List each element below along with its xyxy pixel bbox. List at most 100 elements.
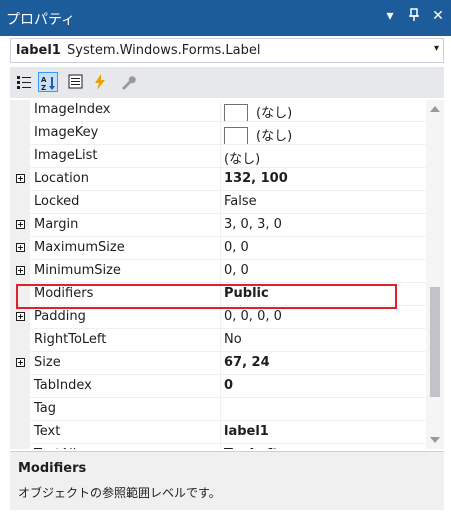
property-row-margin[interactable]: Margin 3, 0, 3, 0 (10, 214, 426, 237)
image-preview-swatch (224, 126, 248, 145)
row-gutter (10, 375, 30, 398)
column-separator[interactable] (220, 375, 221, 398)
property-grid[interactable]: ImageIndex (なし) ImageKey (なし) ImageList (なし) L… (10, 100, 426, 449)
chevron-down-icon[interactable]: ▾ (434, 43, 439, 54)
property-value-text: 0, 0, 0, 0 (224, 309, 282, 324)
column-separator[interactable] (220, 100, 221, 122)
properties-window: プロパティ ▾ ✕ label1 System.Windows.Forms.La… (0, 0, 451, 516)
property-row-padding[interactable]: Padding 0, 0, 0, 0 (10, 306, 426, 329)
property-value-text: No (224, 332, 242, 347)
pin-icon[interactable] (407, 8, 421, 26)
description-title: Modifiers (18, 461, 87, 476)
column-separator[interactable] (220, 237, 221, 260)
property-row-size[interactable]: Size 67, 24 (10, 352, 426, 375)
expand-icon[interactable] (16, 266, 25, 275)
column-separator[interactable] (220, 398, 221, 421)
property-value[interactable]: (なし) (224, 148, 260, 167)
row-gutter (10, 191, 30, 214)
property-name: ImageKey (34, 125, 99, 140)
property-value[interactable]: TopLeft (224, 447, 278, 449)
column-separator[interactable] (220, 191, 221, 214)
property-name: TextAlign (34, 447, 93, 449)
property-row-righttoleft[interactable]: RightToLeft No (10, 329, 426, 352)
property-row-imagelist[interactable]: ImageList (なし) (10, 145, 426, 168)
property-value-text: 0, 0 (224, 240, 249, 255)
property-row-textalign[interactable]: TextAlign TopLeft (10, 444, 426, 449)
scroll-down-icon[interactable] (430, 437, 440, 443)
column-separator[interactable] (220, 352, 221, 375)
svg-text:A: A (41, 76, 47, 84)
property-value[interactable]: False (224, 194, 257, 209)
property-value[interactable]: 132, 100 (224, 171, 288, 186)
column-separator[interactable] (220, 329, 221, 352)
column-separator[interactable] (220, 214, 221, 237)
property-name: Margin (34, 217, 79, 232)
property-name: TabIndex (34, 378, 92, 393)
column-separator[interactable] (220, 306, 221, 329)
property-name: MaximumSize (34, 240, 125, 255)
property-value-text: 0 (224, 378, 234, 393)
property-value-text: 67, 24 (224, 355, 270, 370)
property-value[interactable]: (なし) (224, 125, 292, 145)
column-separator[interactable] (220, 260, 221, 283)
property-value-text: False (224, 194, 257, 209)
property-value-text: TopLeft (224, 447, 278, 449)
property-value[interactable]: label1 (224, 424, 269, 439)
selected-row-highlight (16, 284, 397, 309)
object-type: System.Windows.Forms.Label (67, 43, 261, 58)
property-value-text: (なし) (224, 152, 261, 167)
property-value[interactable]: 0, 0 (224, 240, 249, 255)
categorized-icon[interactable] (14, 72, 34, 92)
property-row-location[interactable]: Location 132, 100 (10, 168, 426, 191)
events-icon[interactable] (90, 72, 110, 92)
object-name: label1 (16, 43, 61, 58)
title-bar[interactable]: プロパティ ▾ ✕ (0, 0, 451, 36)
property-name: Location (34, 171, 89, 186)
property-value-text: label1 (224, 424, 269, 439)
property-row-tag[interactable]: Tag (10, 398, 426, 421)
property-value[interactable]: (なし) (224, 102, 292, 122)
scroll-thumb[interactable] (430, 287, 440, 397)
property-value[interactable]: 0, 0, 0, 0 (224, 309, 282, 324)
object-selector[interactable]: label1 System.Windows.Forms.Label ▾ (10, 38, 444, 63)
property-name: Size (34, 355, 61, 370)
column-separator[interactable] (220, 145, 221, 168)
property-name: ImageIndex (34, 102, 111, 117)
property-name: ImageList (34, 148, 98, 163)
scroll-up-icon[interactable] (430, 106, 440, 112)
expand-icon[interactable] (16, 358, 25, 367)
property-value[interactable]: 3, 0, 3, 0 (224, 217, 282, 232)
property-row-maximumsize[interactable]: MaximumSize 0, 0 (10, 237, 426, 260)
column-separator[interactable] (220, 421, 221, 444)
vertical-scrollbar[interactable] (426, 100, 444, 449)
description-text: オブジェクトの参照範囲レベルです。 (18, 486, 221, 500)
property-row-locked[interactable]: Locked False (10, 191, 426, 214)
property-row-imageindex[interactable]: ImageIndex (なし) (10, 100, 426, 122)
description-pane: Modifiers オブジェクトの参照範囲レベルです。 (10, 451, 444, 510)
property-row-minimumsize[interactable]: MinimumSize 0, 0 (10, 260, 426, 283)
expand-icon[interactable] (16, 220, 25, 229)
property-pages-icon[interactable] (118, 72, 138, 92)
row-gutter (10, 100, 30, 122)
column-separator[interactable] (220, 122, 221, 145)
column-separator[interactable] (220, 168, 221, 191)
row-gutter (10, 145, 30, 168)
property-value-text: (なし) (256, 129, 293, 144)
expand-icon[interactable] (16, 243, 25, 252)
close-icon[interactable]: ✕ (431, 8, 445, 26)
property-value[interactable]: 0, 0 (224, 263, 249, 278)
property-row-text[interactable]: Text label1 (10, 421, 426, 444)
expand-icon[interactable] (16, 312, 25, 321)
window-menu-icon[interactable]: ▾ (383, 8, 397, 26)
property-value[interactable]: 0 (224, 378, 233, 393)
property-value[interactable]: 67, 24 (224, 355, 270, 370)
expand-icon[interactable] (16, 174, 25, 183)
property-row-imagekey[interactable]: ImageKey (なし) (10, 122, 426, 145)
property-value-text: 132, 100 (224, 171, 288, 186)
property-row-tabindex[interactable]: TabIndex 0 (10, 375, 426, 398)
column-separator[interactable] (220, 444, 221, 449)
properties-icon[interactable] (66, 72, 86, 92)
alphabetical-icon[interactable]: AZ (38, 72, 58, 92)
property-value[interactable]: No (224, 332, 242, 347)
window-title: プロパティ (6, 12, 76, 28)
